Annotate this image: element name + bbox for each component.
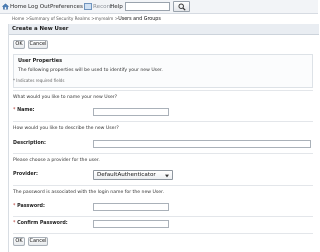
provider-selected-value: DefaultAuthenticator <box>97 172 156 178</box>
provider-label: Provider: <box>13 172 38 177</box>
password-field[interactable] <box>93 203 169 211</box>
divider <box>13 121 313 122</box>
ok-button-bottom[interactable]: OK <box>13 237 25 246</box>
divider <box>13 233 313 234</box>
divider <box>13 90 313 91</box>
search-input[interactable] <box>125 2 170 11</box>
name-field[interactable] <box>93 108 169 116</box>
password-question: The password is associated with the logi… <box>13 190 165 195</box>
description-label: Description: <box>13 141 46 146</box>
confirm-password-label: * Confirm Password: <box>13 221 68 226</box>
main-content: Create a New User OK Cancel User Propert… <box>8 24 319 252</box>
name-question: What would you like to name your new Use… <box>13 95 118 100</box>
name-label: * Name: <box>13 108 35 113</box>
divider <box>13 216 313 217</box>
provider-select[interactable]: DefaultAuthenticator <box>93 170 173 180</box>
breadcrumb-path[interactable]: Home >Summary of Security Realms >myreal… <box>12 16 118 21</box>
page-title-bar: Create a New User <box>9 24 319 35</box>
home-icon[interactable] <box>2 3 9 10</box>
required-fields-note: * Indicates required fields <box>13 78 65 83</box>
search-icon <box>178 3 186 11</box>
logout-link[interactable]: Log Out <box>28 3 50 11</box>
description-field[interactable] <box>93 140 311 148</box>
divider <box>13 153 313 154</box>
ok-button-top[interactable]: OK <box>13 40 25 49</box>
password-label: * Password: <box>13 204 45 209</box>
breadcrumb: Home >Summary of Security Realms >myreal… <box>12 15 161 22</box>
divider <box>13 185 313 186</box>
cancel-button-bottom[interactable]: Cancel <box>28 237 48 246</box>
breadcrumb-current: Users and Groups <box>118 17 161 22</box>
provider-question: Please choose a provider for the user. <box>13 158 100 163</box>
preferences-link[interactable]: Preferences <box>50 3 83 11</box>
required-mark: * <box>13 221 16 226</box>
search-button[interactable] <box>173 1 190 12</box>
description-question: How would you like to describe the new U… <box>13 126 119 131</box>
required-mark: * <box>13 204 16 209</box>
home-link[interactable]: Home <box>10 3 27 11</box>
cancel-button-top[interactable]: Cancel <box>28 40 48 49</box>
help-link[interactable]: Help <box>110 3 123 11</box>
chevron-down-icon <box>165 174 169 178</box>
required-mark: * <box>13 108 16 113</box>
record-icon[interactable] <box>84 3 92 10</box>
user-properties-heading: User Properties <box>18 58 63 64</box>
user-properties-intro: The following properties will be used to… <box>18 68 163 73</box>
confirm-password-field[interactable] <box>93 220 169 228</box>
top-toolbar: Home Log Out Preferences Record Help <box>0 0 318 14</box>
page-title: Create a New User <box>12 26 69 32</box>
